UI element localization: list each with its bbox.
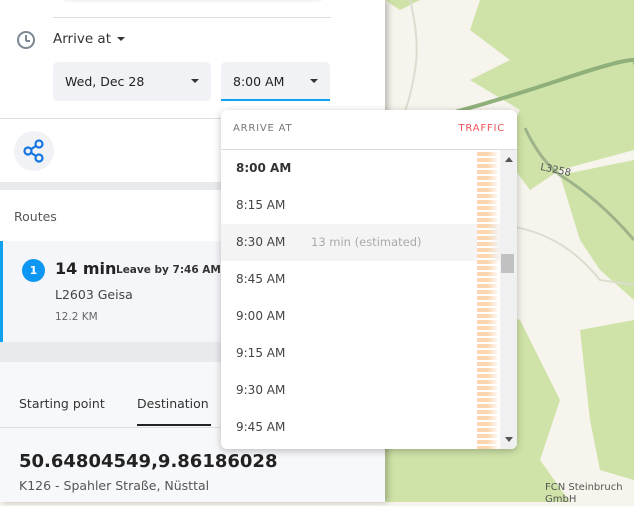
share-button[interactable]: [14, 131, 54, 171]
route-leave-by: Leave by 7:46 AM: [116, 264, 221, 276]
option-time: 9:30 AM: [236, 383, 286, 397]
route-distance: 12.2 KM: [55, 311, 98, 323]
time-option[interactable]: 9:15 AM: [221, 335, 500, 372]
time-option[interactable]: 8:15 AM: [221, 187, 500, 224]
caret-down-icon: [191, 79, 199, 83]
route-road: L2603 Geisa: [55, 287, 133, 302]
time-select[interactable]: 8:00 AM: [221, 62, 330, 101]
option-time: 8:45 AM: [236, 272, 286, 286]
scrollbar[interactable]: [500, 150, 517, 449]
destination-address: K126 - Spahler Straße, Nüsttal: [19, 478, 210, 493]
route-number-badge: 1: [22, 259, 45, 282]
option-time: 8:30 AM: [236, 235, 286, 249]
time-options-list[interactable]: 8:00 AM 8:15 AM 8:30 AM 13 min (estimated…: [221, 150, 500, 449]
time-option[interactable]: 9:30 AM: [221, 372, 500, 409]
routes-heading: Routes: [14, 209, 57, 224]
destination-coordinates: 50.64804549,9.86186028: [19, 451, 278, 472]
traffic-label: TRAFFIC: [458, 123, 505, 134]
route-duration: 14 min: [55, 259, 117, 278]
date-value: Wed, Dec 28: [65, 74, 145, 89]
traffic-indicator-strip: [477, 150, 499, 449]
dropdown-title: ARRIVE AT: [233, 123, 293, 134]
date-select[interactable]: Wed, Dec 28: [53, 62, 211, 101]
time-option[interactable]: 9:45 AM: [221, 409, 500, 446]
clock-icon: [17, 31, 35, 49]
arrive-time-dropdown: ARRIVE AT TRAFFIC 8:00 AM 8:15 AM 8:30 A…: [221, 110, 517, 449]
arrive-mode-dropdown[interactable]: Arrive at: [53, 31, 126, 47]
time-option[interactable]: 8:30 AM 13 min (estimated): [221, 224, 500, 261]
caret-down-icon: [117, 37, 126, 41]
option-time: 9:15 AM: [236, 346, 286, 360]
share-icon: [23, 139, 44, 163]
scroll-up-arrow-icon[interactable]: [505, 157, 513, 162]
divider: [53, 17, 331, 18]
option-time: 9:45 AM: [236, 420, 286, 434]
option-time: 8:15 AM: [236, 198, 286, 212]
scroll-down-arrow-icon[interactable]: [505, 437, 513, 442]
scrollbar-thumb[interactable]: [501, 254, 514, 273]
time-option[interactable]: 9:00 AM: [221, 298, 500, 335]
map-poi-label: FCN Steinbruch GmbH: [545, 482, 623, 505]
time-option[interactable]: 8:45 AM: [221, 261, 500, 298]
tab-destination[interactable]: Destination: [137, 396, 209, 411]
arrive-mode-label: Arrive at: [53, 31, 112, 47]
tab-starting-point[interactable]: Starting point: [19, 396, 105, 411]
active-tab-indicator: [137, 424, 211, 426]
destination-input[interactable]: [60, 0, 325, 2]
option-time: 9:00 AM: [236, 309, 286, 323]
caret-down-icon: [310, 79, 318, 83]
option-time: 8:00 AM: [236, 161, 292, 175]
option-estimate: 13 min (estimated): [311, 235, 422, 249]
time-option[interactable]: 8:00 AM: [221, 150, 500, 187]
time-value: 8:00 AM: [233, 74, 285, 89]
